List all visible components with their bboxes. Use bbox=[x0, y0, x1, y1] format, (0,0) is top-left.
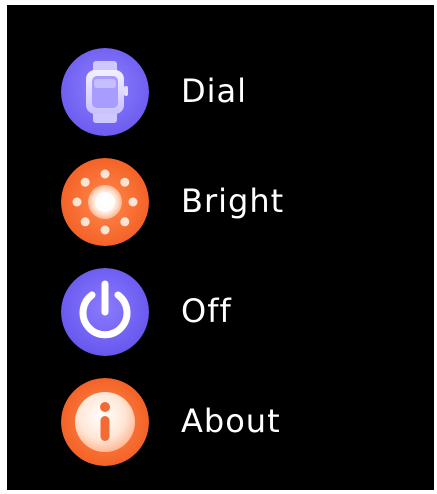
menu-item-off[interactable]: Off bbox=[7, 263, 434, 363]
power-icon bbox=[61, 268, 149, 356]
menu-label-about: About bbox=[181, 402, 281, 440]
menu-label-bright: Bright bbox=[181, 182, 285, 220]
sun-icon bbox=[61, 158, 149, 246]
menu-item-about[interactable]: About bbox=[7, 373, 434, 473]
menu-label-off: Off bbox=[181, 292, 232, 330]
watch-screen: Dial Bright Off About bbox=[7, 5, 434, 490]
smartwatch-icon bbox=[61, 48, 149, 136]
menu-item-bright[interactable]: Bright bbox=[7, 153, 434, 253]
menu-label-dial: Dial bbox=[181, 72, 248, 110]
info-icon bbox=[61, 378, 149, 466]
menu-item-dial[interactable]: Dial bbox=[7, 43, 434, 143]
